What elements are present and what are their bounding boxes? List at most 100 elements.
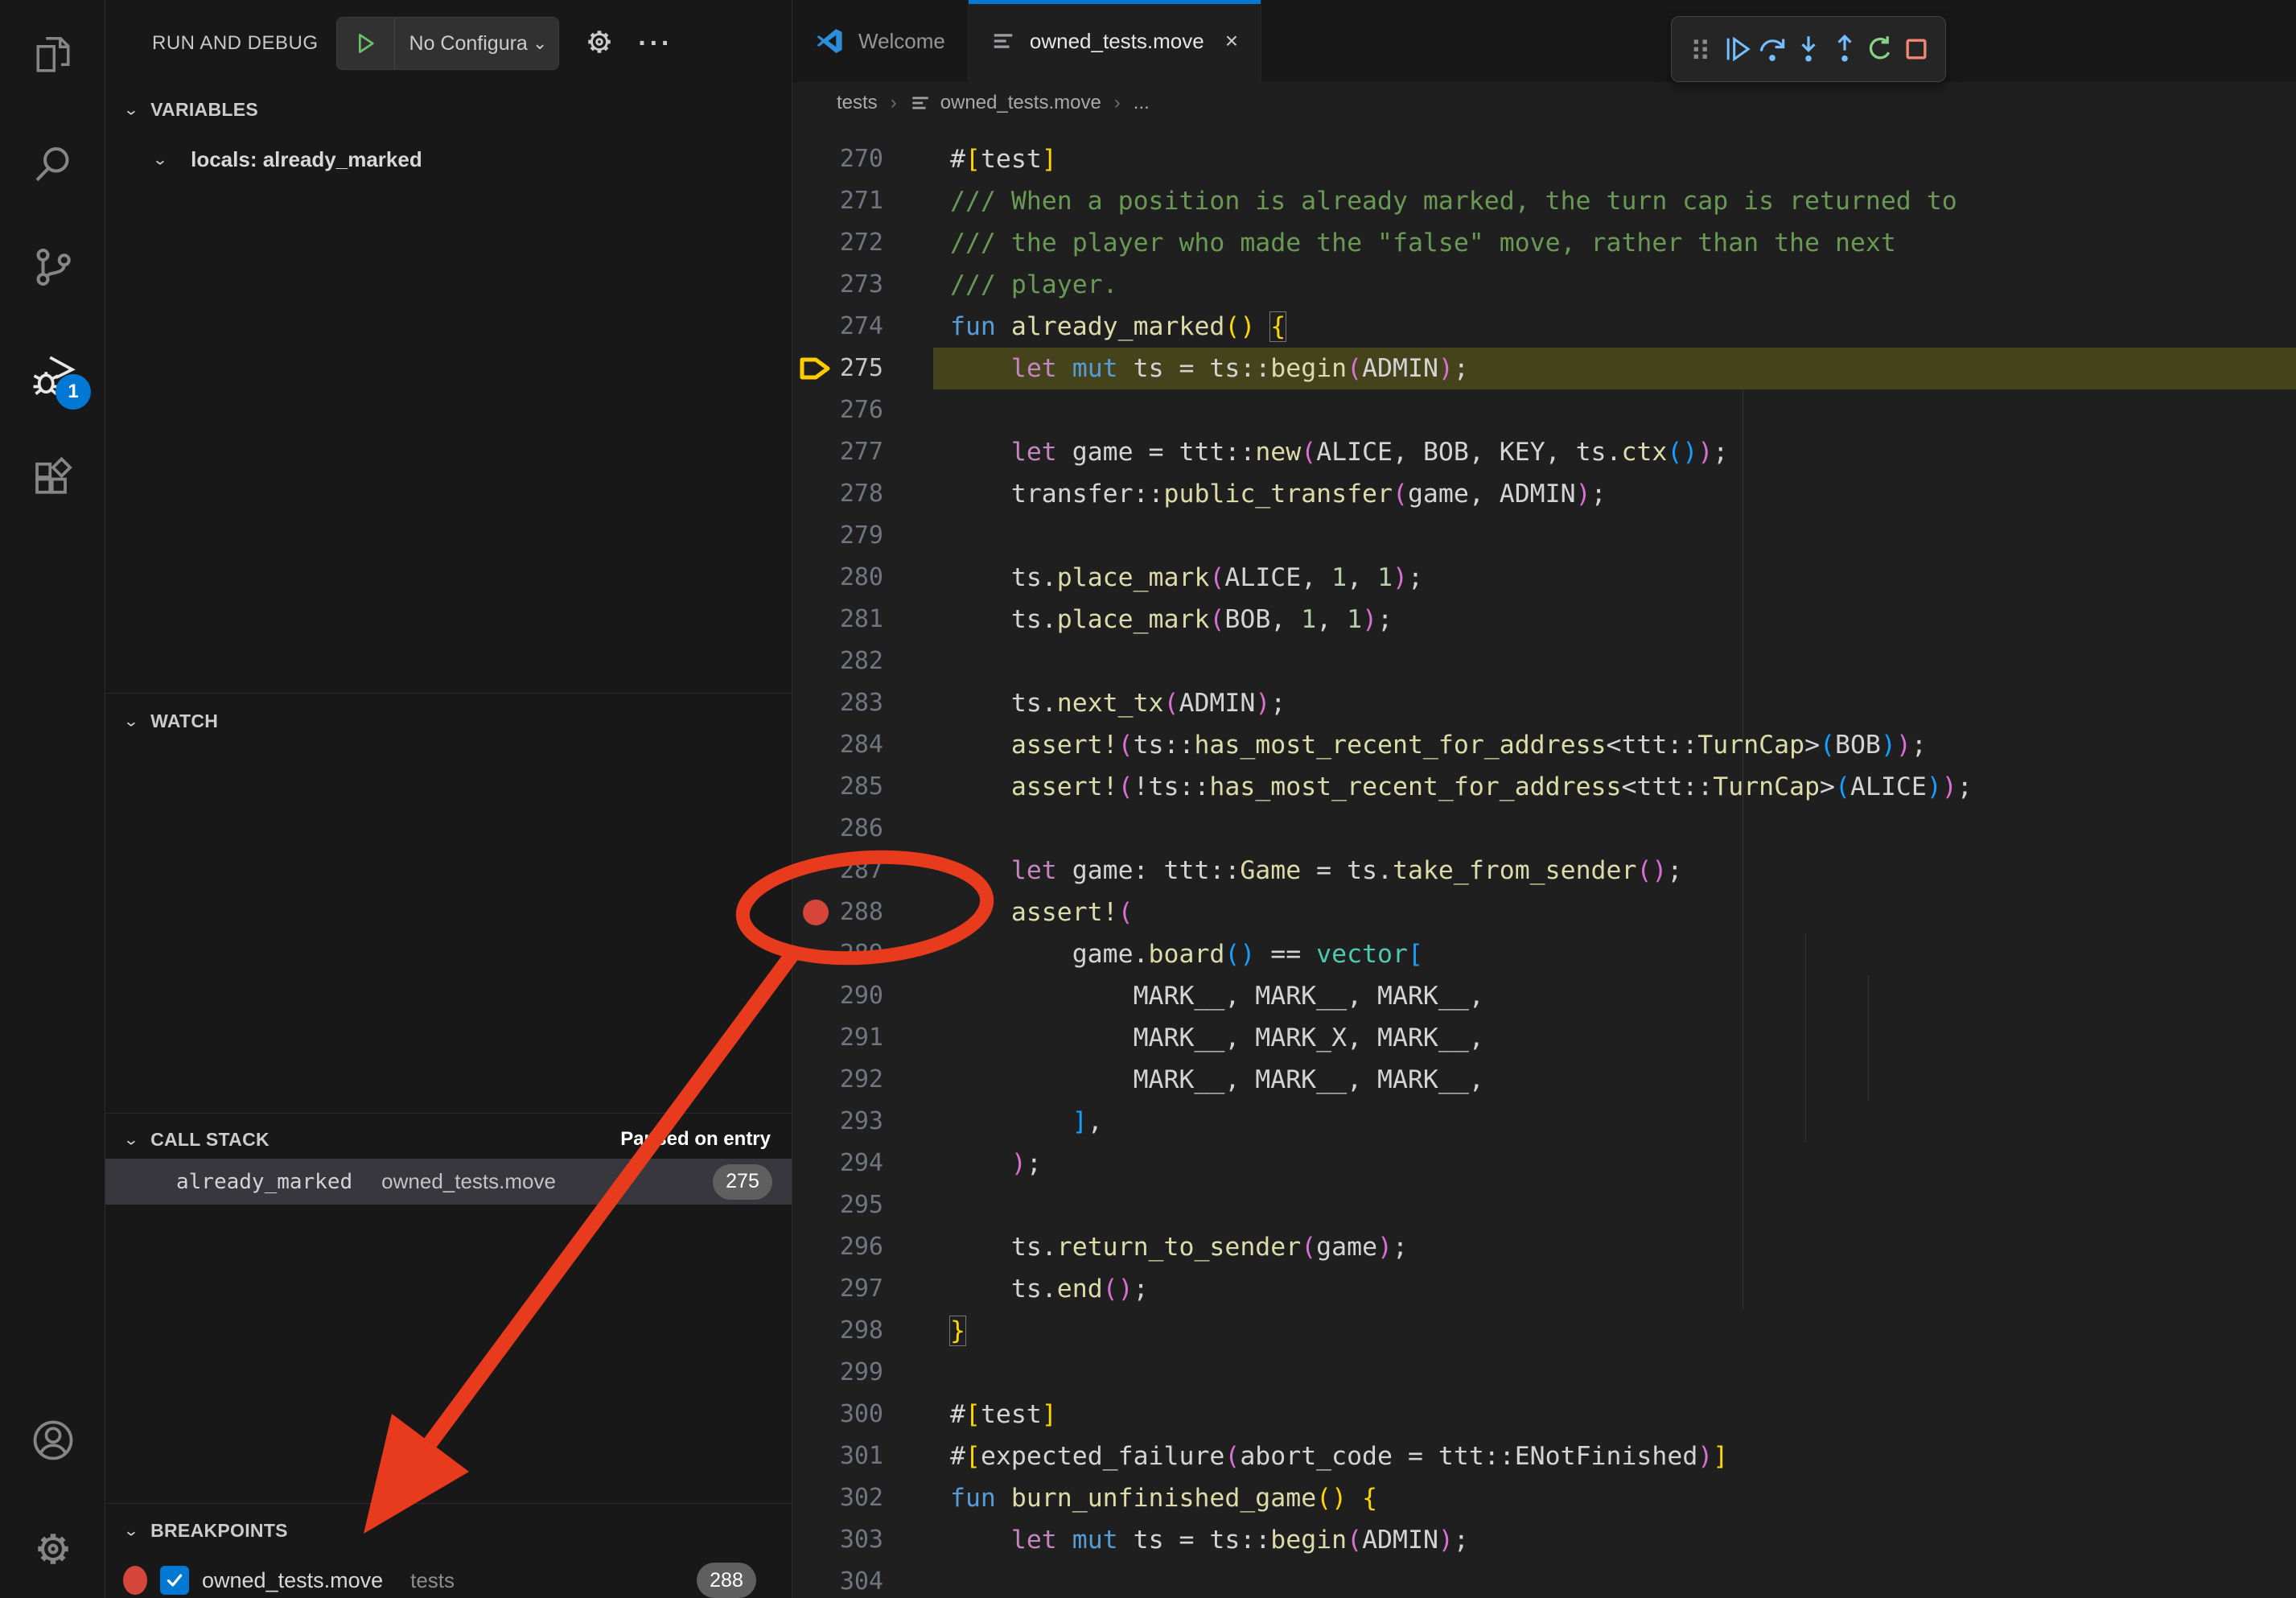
line-number: 297 xyxy=(840,1268,883,1310)
section-divider xyxy=(105,1503,792,1504)
gutter[interactable]: 275 xyxy=(792,348,933,389)
gutter[interactable]: 276 xyxy=(792,389,933,431)
continue-icon[interactable] xyxy=(1719,31,1755,67)
code-line: 270 #[test] xyxy=(792,138,2296,180)
breadcrumb-folder[interactable]: tests xyxy=(837,92,878,114)
breakpoint-checkbox[interactable] xyxy=(160,1566,189,1595)
line-number: 299 xyxy=(840,1352,883,1394)
gutter[interactable]: 287 xyxy=(792,850,933,892)
breakpoint-line-badge: 288 xyxy=(697,1563,756,1598)
restart-icon[interactable] xyxy=(1862,31,1898,67)
gutter[interactable]: 284 xyxy=(792,724,933,766)
gutter[interactable]: 302 xyxy=(792,1477,933,1519)
code-text: ts.return_to_sender(game); xyxy=(933,1226,2296,1268)
tab-welcome[interactable]: Welcome xyxy=(792,0,969,82)
gutter[interactable]: 280 xyxy=(792,557,933,599)
gutter[interactable]: 274 xyxy=(792,306,933,348)
gutter[interactable]: 293 xyxy=(792,1101,933,1143)
tab-owned-tests-move[interactable]: owned_tests.move × xyxy=(969,0,1261,82)
code-line: 281 ts.place_mark(BOB, 1, 1); xyxy=(792,599,2296,640)
line-number: 271 xyxy=(840,180,883,222)
toolbar-drag-handle[interactable] xyxy=(1683,31,1718,67)
code-area: 270#[test]271/// When a position is alre… xyxy=(792,0,2296,1598)
gutter[interactable]: 303 xyxy=(792,1519,933,1561)
gutter[interactable]: 300 xyxy=(792,1394,933,1435)
search-icon[interactable] xyxy=(0,121,105,209)
code-text: fun already_marked() { xyxy=(933,306,2296,348)
code-line: 273/// player. xyxy=(792,264,2296,306)
code-line: 295 xyxy=(792,1184,2296,1226)
gutter[interactable]: 290 xyxy=(792,975,933,1017)
breakpoint-list-item[interactable]: owned_tests.move tests 288 xyxy=(105,1559,792,1598)
gutter[interactable]: 281 xyxy=(792,599,933,640)
gutter[interactable]: 273 xyxy=(792,264,933,306)
explorer-icon[interactable] xyxy=(0,11,105,100)
source-control-icon[interactable] xyxy=(0,223,105,311)
variables-section-header[interactable]: ⌄ VARIABLES xyxy=(105,90,792,129)
breakpoint-dot[interactable] xyxy=(803,900,829,925)
gutter[interactable]: 297 xyxy=(792,1268,933,1310)
gutter[interactable]: 270 xyxy=(792,138,933,180)
line-number: 301 xyxy=(840,1435,883,1477)
breadcrumb-file[interactable]: owned_tests.move xyxy=(940,92,1101,114)
close-icon[interactable]: × xyxy=(1225,28,1238,54)
gutter[interactable]: 272 xyxy=(792,222,933,264)
code-line: 284 assert!(ts::has_most_recent_for_addr… xyxy=(792,724,2296,766)
stack-frame-row[interactable]: already_marked owned_tests.move 275 xyxy=(105,1159,792,1205)
line-number: 285 xyxy=(840,766,883,808)
gutter[interactable]: 271 xyxy=(792,180,933,222)
settings-gear-icon[interactable] xyxy=(0,1505,105,1593)
gutter[interactable]: 282 xyxy=(792,640,933,682)
code-line: 292 MARK__, MARK__, MARK__, xyxy=(792,1059,2296,1101)
account-icon[interactable] xyxy=(0,1396,105,1485)
gutter[interactable]: 292 xyxy=(792,1059,933,1101)
gutter[interactable]: 301 xyxy=(792,1435,933,1477)
gutter[interactable]: 289 xyxy=(792,933,933,975)
step-out-icon[interactable] xyxy=(1827,31,1862,67)
breakpoints-section-header[interactable]: ⌄ BREAKPOINTS xyxy=(105,1511,792,1550)
gutter[interactable]: 277 xyxy=(792,431,933,473)
more-actions-icon[interactable]: ··· xyxy=(638,28,673,60)
launch-configuration-dropdown[interactable]: No Configura ⌄ xyxy=(336,17,560,70)
call-stack-section-header[interactable]: ⌄ CALL STACK Paused on entry xyxy=(105,1120,792,1159)
line-number: 270 xyxy=(840,138,883,180)
step-over-icon[interactable] xyxy=(1755,31,1790,67)
line-number: 279 xyxy=(840,515,883,557)
gutter[interactable]: 278 xyxy=(792,473,933,515)
gutter[interactable]: 294 xyxy=(792,1143,933,1184)
code-text: MARK__, MARK__, MARK__, xyxy=(933,975,2296,1017)
gutter[interactable]: 299 xyxy=(792,1352,933,1394)
gutter[interactable]: 288 xyxy=(792,892,933,933)
gutter[interactable]: 304 xyxy=(792,1561,933,1598)
code-text: game.board() == vector[ xyxy=(933,933,2296,975)
code-text: let game: ttt::Game = ts.take_from_sende… xyxy=(933,850,2296,892)
watch-section-header[interactable]: ⌄ WATCH xyxy=(105,702,792,740)
line-number: 291 xyxy=(840,1017,883,1059)
code-text: ts.place_mark(ALICE, 1, 1); xyxy=(933,557,2296,599)
code-text: assert!(ts::has_most_recent_for_address<… xyxy=(933,724,2296,766)
line-number: 280 xyxy=(840,557,883,599)
configuration-label: No Configura xyxy=(395,32,533,56)
start-debug-icon[interactable] xyxy=(337,18,395,69)
locals-scope-row[interactable]: ⌄ locals: already_marked xyxy=(105,138,792,180)
gutter[interactable]: 291 xyxy=(792,1017,933,1059)
gutter[interactable]: 286 xyxy=(792,808,933,850)
line-number: 290 xyxy=(840,975,883,1017)
breadcrumb-symbol[interactable]: ... xyxy=(1134,92,1150,114)
gutter[interactable]: 283 xyxy=(792,682,933,724)
gutter[interactable]: 279 xyxy=(792,515,933,557)
locals-label: locals: already_marked xyxy=(191,147,422,172)
line-number: 272 xyxy=(840,222,883,264)
code-text: #[test] xyxy=(933,138,2296,180)
debug-settings-gear-icon[interactable] xyxy=(582,24,617,64)
run-and-debug-icon[interactable]: 1 xyxy=(0,332,105,421)
tab-label: Welcome xyxy=(858,29,945,54)
stop-icon[interactable] xyxy=(1899,31,1934,67)
gutter[interactable]: 285 xyxy=(792,766,933,808)
code-text: MARK__, MARK__, MARK__, xyxy=(933,1059,2296,1101)
extensions-icon[interactable] xyxy=(0,437,105,525)
gutter[interactable]: 298 xyxy=(792,1310,933,1352)
step-into-icon[interactable] xyxy=(1791,31,1826,67)
gutter[interactable]: 296 xyxy=(792,1226,933,1268)
gutter[interactable]: 295 xyxy=(792,1184,933,1226)
